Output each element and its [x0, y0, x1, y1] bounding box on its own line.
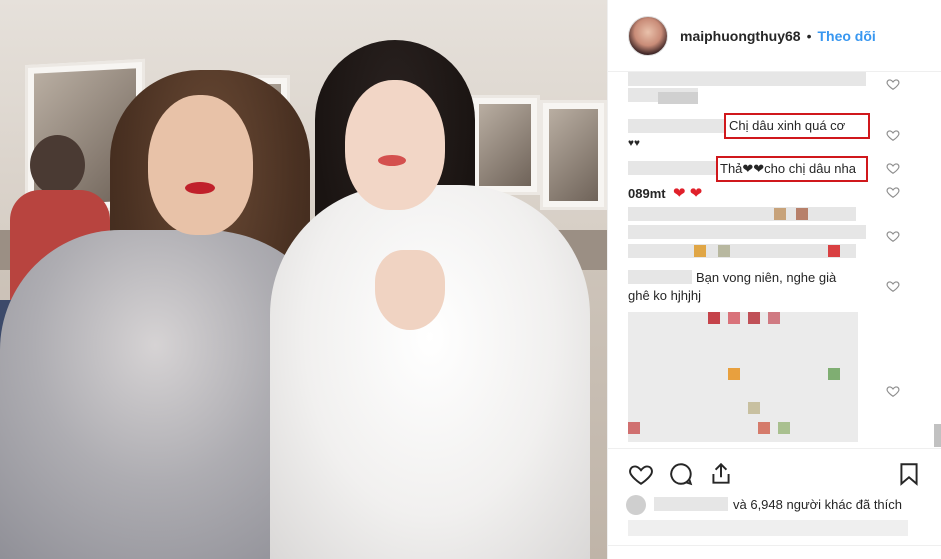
blurred-comment: [796, 208, 808, 220]
blurred-username: [628, 270, 692, 284]
comments-list: Chị dâu xinh quá cơ ♥♥ Thả❤❤cho chị dâu …: [608, 72, 941, 447]
blurred-comment: [628, 312, 858, 442]
right-woman-face: [345, 80, 445, 210]
blurred-comment: [728, 368, 740, 380]
heart-icon[interactable]: [886, 384, 900, 398]
heart-icon[interactable]: [886, 229, 900, 243]
blurred-comment: [828, 245, 840, 257]
likes-row: và 6,948 người khác đã thích: [608, 490, 941, 518]
likes-count[interactable]: và 6,948 người khác đã thích: [733, 497, 902, 512]
blurred-comment: [694, 245, 706, 257]
follow-button[interactable]: Theo dõi: [817, 28, 875, 44]
right-woman-lips: [378, 155, 406, 166]
heart-icon[interactable]: [886, 77, 900, 91]
comment-hearts: ♥♥: [628, 138, 640, 149]
blurred-comment: [768, 312, 780, 324]
post-photo[interactable]: [0, 0, 607, 559]
blurred-comment: [828, 368, 840, 380]
blurred-comment: [628, 520, 908, 536]
blurred-comment: [628, 422, 640, 434]
left-woman-face: [148, 95, 253, 235]
mirror: [470, 95, 540, 195]
comment-text: Thả❤❤cho chị dâu nha: [720, 161, 856, 176]
bookmark-icon[interactable]: [896, 461, 922, 487]
blurred-comment: [628, 207, 856, 221]
blurred-username: [628, 119, 726, 133]
action-bar: [608, 448, 941, 492]
comment-text: ghê ko hjhjhj: [628, 288, 701, 303]
share-icon[interactable]: [708, 461, 734, 487]
blurred-comment: [728, 312, 740, 324]
right-woman-neckline: [375, 250, 445, 330]
blurred-comment: [628, 72, 866, 86]
comment-text: Bạn vong niên, nghe già: [696, 270, 837, 285]
blurred-comment: [628, 225, 866, 239]
blurred-username: [654, 497, 728, 511]
blurred-comment: [658, 92, 698, 104]
post-side-panel: maiphuongthuy68 • Theo dõi Chị dâu xinh …: [607, 0, 941, 559]
comments-scrollbar[interactable]: [934, 424, 941, 447]
comment-hearts: ❤ ❤: [673, 185, 703, 202]
avatar[interactable]: [626, 495, 646, 515]
heart-icon[interactable]: [886, 161, 900, 175]
blurred-comment: [748, 312, 760, 324]
comment-icon[interactable]: [668, 461, 694, 487]
heart-icon[interactable]: [886, 279, 900, 293]
post-header: maiphuongthuy68 • Theo dõi: [608, 0, 941, 72]
blurred-comment: [758, 422, 770, 434]
mirror: [540, 100, 607, 210]
blurred-comment: [718, 245, 730, 257]
heart-icon[interactable]: [628, 461, 654, 487]
header-separator: •: [806, 27, 812, 44]
blurred-comment: [628, 244, 856, 258]
right-woman-dress: [270, 185, 590, 559]
heart-icon[interactable]: [886, 128, 900, 142]
heart-icon[interactable]: [886, 185, 900, 199]
left-woman-lips: [185, 182, 215, 194]
comment-username[interactable]: 089mt: [628, 186, 666, 201]
avatar[interactable]: [628, 15, 668, 56]
blurred-comment: [748, 402, 760, 414]
blurred-comment: [774, 208, 786, 220]
divider: [608, 545, 941, 546]
blurred-username: [628, 161, 716, 175]
blurred-comment: [708, 312, 720, 324]
username[interactable]: maiphuongthuy68: [680, 28, 801, 44]
comment-text: Chị dâu xinh quá cơ: [729, 118, 846, 133]
blurred-comment: [778, 422, 790, 434]
